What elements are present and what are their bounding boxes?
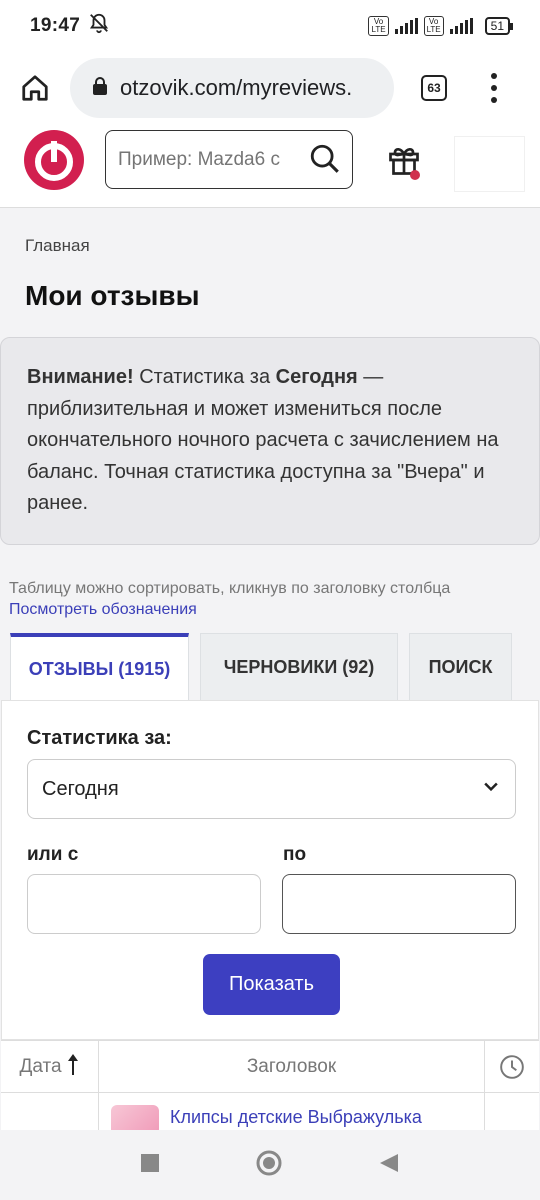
home-icon[interactable] xyxy=(0,52,70,124)
site-search-input[interactable] xyxy=(118,148,308,171)
date-to-input[interactable] xyxy=(282,874,516,934)
volte-icon-2: Vo LTE xyxy=(423,16,444,36)
review-thumbnail[interactable] xyxy=(111,1105,159,1131)
avatar[interactable] xyxy=(454,136,525,192)
url-text: otzovik.com/myreviews. xyxy=(120,75,353,100)
period-select[interactable]: Сегодня xyxy=(27,759,516,819)
lock-icon xyxy=(92,76,108,101)
muted-bell-icon xyxy=(88,12,110,40)
volte-icon: Vo LTE xyxy=(368,16,389,36)
notice-strong-period: Сегодня xyxy=(275,366,358,388)
column-header-title[interactable]: Заголовок xyxy=(99,1041,485,1093)
status-bar: 19:47 Vo LTE Vo LTE 51 xyxy=(0,0,540,52)
chevron-down-icon xyxy=(481,776,501,802)
legend-link[interactable]: Посмотреть обозначения xyxy=(9,601,197,619)
browser-menu-icon[interactable] xyxy=(474,73,514,103)
tab-search[interactable]: ПОИСК xyxy=(409,633,512,701)
battery-icon: 51 xyxy=(484,17,514,35)
clock-icon[interactable] xyxy=(485,1041,539,1093)
site-header xyxy=(0,124,540,208)
sort-arrow-up-icon xyxy=(66,1052,80,1082)
table-row: Клипсы детские Выбражулька xyxy=(99,1093,485,1131)
notice-text: Статистика за xyxy=(133,366,276,388)
tab-reviews[interactable]: ОТЗЫВЫ (1915) xyxy=(10,633,189,701)
table-row-date xyxy=(1,1093,99,1131)
column-header-date-label: Дата xyxy=(19,1055,62,1077)
period-select-value: Сегодня xyxy=(42,777,119,800)
browser-toolbar: otzovik.com/myreviews. 63 xyxy=(0,52,540,124)
notification-dot xyxy=(410,170,420,180)
notice-text-rest: — приблизительная и может измениться пос… xyxy=(27,366,499,514)
otzovik-logo[interactable] xyxy=(24,130,84,190)
signal-icon xyxy=(394,18,418,34)
back-icon[interactable] xyxy=(378,1152,400,1179)
date-from-label: или с xyxy=(27,844,79,865)
address-bar[interactable]: otzovik.com/myreviews. xyxy=(70,58,394,118)
page-title: Мои отзывы xyxy=(25,280,200,311)
search-icon[interactable] xyxy=(308,142,342,181)
stats-notice: Внимание! Статистика за Сегодня — прибли… xyxy=(0,337,540,545)
breadcrumb[interactable]: Главная xyxy=(25,236,90,256)
signal-icon-2 xyxy=(449,18,473,34)
reviews-table: Дата Заголовок Клипсы детские Выбражульк… xyxy=(1,1040,539,1131)
notice-strong: Внимание! xyxy=(27,366,134,388)
sort-hint: Таблицу можно сортировать, кликнув по за… xyxy=(9,580,451,597)
recents-icon[interactable] xyxy=(140,1153,160,1178)
stats-period-label: Статистика за: xyxy=(27,727,172,749)
site-search-field[interactable] xyxy=(105,130,353,189)
date-from-input[interactable] xyxy=(27,874,261,934)
tab-count: 63 xyxy=(421,75,447,101)
date-to-label: по xyxy=(283,844,307,865)
status-time: 19:47 xyxy=(30,15,81,36)
tab-drafts[interactable]: ЧЕРНОВИКИ (92) xyxy=(200,633,398,701)
stats-panel: Статистика за: Сегодня или с по Показать xyxy=(1,700,539,1040)
tab-switcher-button[interactable]: 63 xyxy=(394,75,474,101)
column-header-date[interactable]: Дата xyxy=(1,1041,99,1093)
review-title-link[interactable]: Клипсы детские Выбражулька xyxy=(170,1107,422,1128)
show-button[interactable]: Показать xyxy=(203,954,340,1015)
home-circle-icon[interactable] xyxy=(255,1149,283,1182)
system-navbar xyxy=(0,1130,540,1200)
